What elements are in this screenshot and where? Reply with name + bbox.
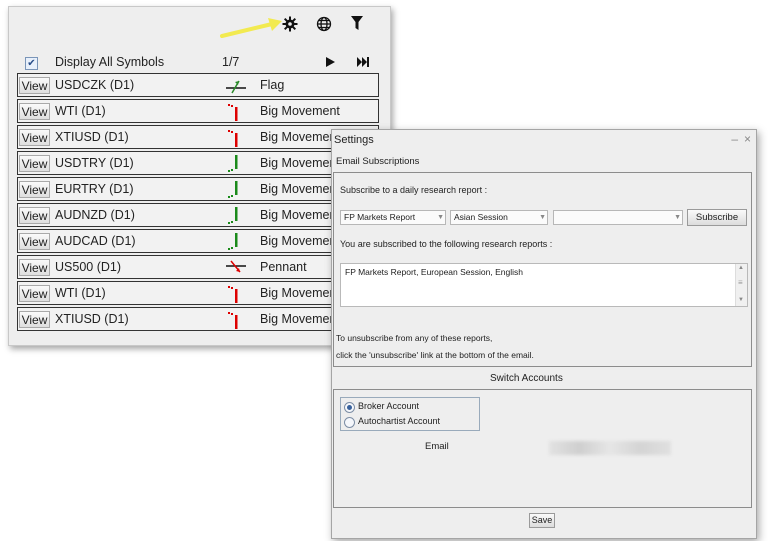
dialog-title-bar: Settings – ×	[332, 130, 756, 151]
chevron-down-icon: ▼	[539, 214, 546, 221]
settings-dialog: Settings – × Email Subscriptions Subscri…	[331, 129, 757, 539]
pattern-name: Big Movemen	[260, 182, 337, 196]
list-item: View WTI (D1) Big Movement	[17, 99, 379, 123]
list-item: View WTI (D1) Big Movemen	[17, 281, 379, 305]
symbol-name: US500 (D1)	[55, 260, 121, 274]
symbol-name: AUDNZD (D1)	[55, 208, 135, 222]
pattern-name: Big Movemen	[260, 312, 337, 326]
save-button[interactable]: Save	[529, 513, 555, 528]
symbol-name: WTI (D1)	[55, 286, 106, 300]
symbol-name: AUDCAD (D1)	[55, 234, 136, 248]
list-item: View XTIUSD (D1) Big Movemen	[17, 125, 379, 149]
big-movement-down-icon	[225, 310, 247, 330]
unsubscribe-line-1: To unsubscribe from any of these reports…	[336, 333, 493, 343]
view-button[interactable]: View	[19, 311, 50, 328]
language-select[interactable]: ▼	[553, 210, 683, 225]
email-value-redacted	[549, 441, 671, 455]
list-item: View AUDNZD (D1) Big Movemen	[17, 203, 379, 227]
symbol-name: EURTRY (D1)	[55, 182, 134, 196]
dialog-title: Settings	[334, 134, 374, 146]
symbol-name: USDTRY (D1)	[55, 156, 134, 170]
scroll-up-icon[interactable]: ▲	[738, 265, 744, 271]
report-select-value: FP Markets Report	[344, 212, 416, 222]
display-all-symbols-row: ✔ Display All Symbols 1/7	[23, 53, 373, 73]
view-button[interactable]: View	[19, 129, 50, 146]
big-movement-down-icon	[225, 128, 247, 148]
close-icon[interactable]: ×	[744, 130, 751, 149]
broker-account-label: Broker Account	[358, 401, 420, 411]
display-all-label: Display All Symbols	[55, 55, 165, 69]
scroll-grip-icon: ≡	[738, 278, 743, 287]
switch-accounts-box: Broker Account Autochartist Account Emai…	[333, 389, 752, 508]
view-button[interactable]: View	[19, 285, 50, 302]
list-item: View XTIUSD (D1) Big Movemen	[17, 307, 379, 331]
pattern-name: Pennant	[260, 260, 307, 274]
view-button[interactable]: View	[19, 259, 50, 276]
view-button[interactable]: View	[19, 207, 50, 224]
view-button[interactable]: View	[19, 77, 50, 94]
big-movement-up-icon	[225, 180, 247, 200]
view-button[interactable]: View	[19, 233, 50, 250]
list-item: View EURTRY (D1) Big Movemen	[17, 177, 379, 201]
pattern-name: Big Movemen	[260, 130, 337, 144]
session-select[interactable]: Asian Session ▼	[450, 210, 548, 225]
symbol-name: XTIUSD (D1)	[55, 312, 129, 326]
pennant-icon	[225, 258, 247, 278]
pattern-name: Big Movemen	[260, 234, 337, 248]
pattern-name: Big Movemen	[260, 286, 337, 300]
pattern-name: Big Movement	[260, 104, 340, 118]
list-item: View US500 (D1) Pennant	[17, 255, 379, 279]
email-subscriptions-heading: Email Subscriptions	[336, 156, 420, 167]
big-movement-down-icon	[225, 284, 247, 304]
chevron-down-icon: ▼	[437, 214, 444, 221]
subscribe-button[interactable]: Subscribe	[687, 209, 747, 226]
globe-icon[interactable]	[315, 15, 333, 33]
pattern-name: Big Movemen	[260, 208, 337, 222]
autochartist-account-label: Autochartist Account	[358, 416, 441, 426]
symbol-name: WTI (D1)	[55, 104, 106, 118]
switch-accounts-heading: Switch Accounts	[490, 373, 563, 384]
symbol-name: XTIUSD (D1)	[55, 130, 129, 144]
subscribed-reports-list[interactable]: FP Markets Report, European Session, Eng…	[340, 263, 748, 307]
play-icon[interactable]	[324, 56, 336, 68]
subscribed-report-item: FP Markets Report, European Session, Eng…	[345, 267, 523, 277]
pattern-name: Big Movemen	[260, 156, 337, 170]
autochartist-account-radio[interactable]	[344, 417, 355, 428]
filter-icon[interactable]	[349, 15, 365, 31]
session-select-value: Asian Session	[454, 212, 508, 222]
scrollbar[interactable]: ▲ ≡ ▼	[735, 264, 747, 306]
flag-icon	[225, 76, 247, 96]
big-movement-up-icon	[225, 232, 247, 252]
big-movement-up-icon	[225, 154, 247, 174]
big-movement-down-icon	[225, 102, 247, 122]
symbol-name: USDCZK (D1)	[55, 78, 135, 92]
view-button[interactable]: View	[19, 103, 50, 120]
display-all-checkbox[interactable]: ✔	[25, 57, 38, 70]
chevron-down-icon: ▼	[674, 214, 681, 221]
skip-to-end-icon[interactable]	[356, 56, 370, 68]
report-select[interactable]: FP Markets Report ▼	[340, 210, 446, 225]
minimize-icon[interactable]: –	[731, 130, 738, 149]
page-indicator: 1/7	[222, 55, 240, 69]
unsubscribe-line-2: click the 'unsubscribe' link at the bott…	[336, 350, 534, 360]
annotation-arrow	[220, 18, 282, 38]
pattern-name: Flag	[260, 78, 285, 92]
view-button[interactable]: View	[19, 155, 50, 172]
subscribe-prompt: Subscribe to a daily research report :	[340, 185, 488, 195]
subscribed-label: You are subscribed to the following rese…	[340, 239, 553, 249]
view-button[interactable]: View	[19, 181, 50, 198]
list-item: View AUDCAD (D1) Big Movemen	[17, 229, 379, 253]
email-subscriptions-box: Subscribe to a daily research report : F…	[333, 172, 752, 367]
list-item: View USDCZK (D1) Flag	[17, 73, 379, 97]
scroll-down-icon[interactable]: ▼	[738, 297, 744, 303]
list-item: View USDTRY (D1) Big Movemen	[17, 151, 379, 175]
broker-account-radio[interactable]	[344, 402, 355, 413]
email-label: Email	[425, 441, 449, 452]
big-movement-up-icon	[225, 206, 247, 226]
